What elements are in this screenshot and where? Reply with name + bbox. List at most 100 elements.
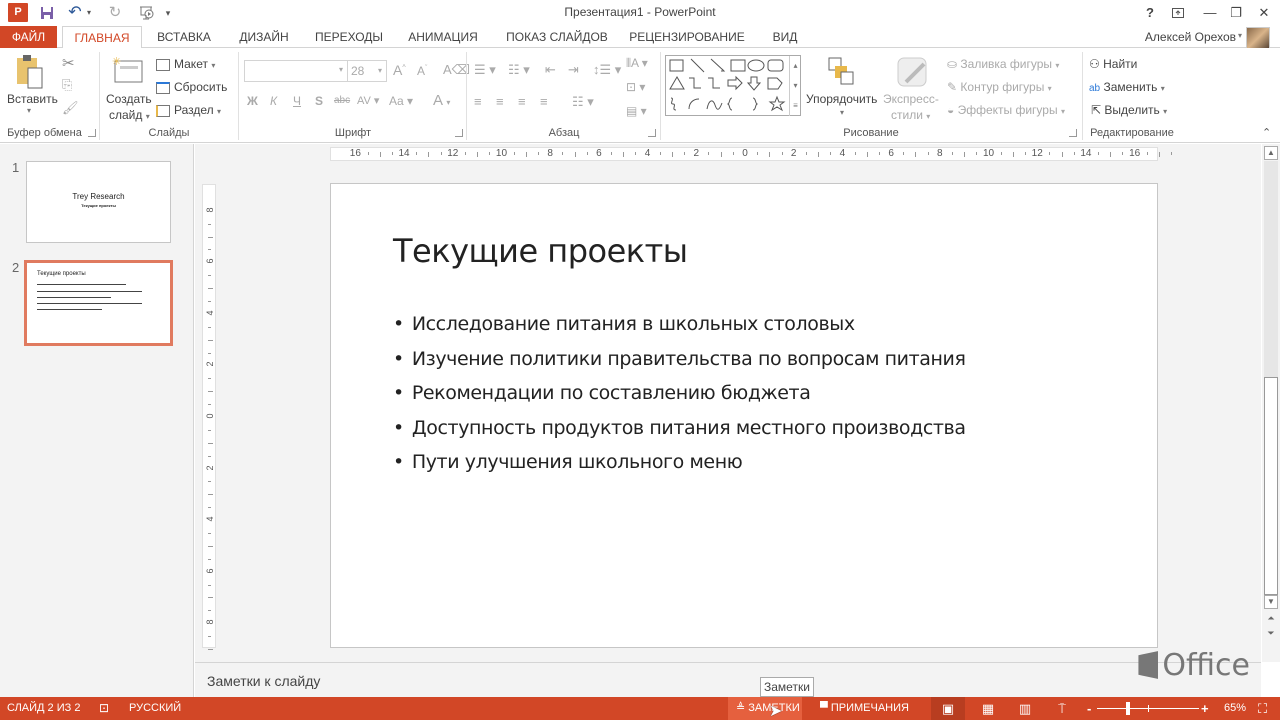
increase-indent-icon[interactable]: ⇥ (568, 62, 579, 78)
user-name[interactable]: Алексей Орехов (1145, 30, 1236, 44)
strikethrough-button[interactable]: abc (334, 95, 350, 106)
tab-design[interactable]: ДИЗАЙН (228, 26, 300, 48)
zoom-out-button[interactable]: - (1087, 697, 1091, 720)
select-button[interactable]: ⇱ Выделить ▾ (1091, 103, 1167, 117)
shapes-gallery[interactable] (665, 55, 801, 116)
drawing-launcher-icon[interactable] (1069, 129, 1077, 137)
layout-button[interactable]: Макет ▾ (156, 57, 215, 71)
section-button[interactable]: Раздел ▾ (156, 103, 221, 117)
tab-file[interactable]: ФАЙЛ (0, 26, 57, 48)
font-launcher-icon[interactable] (455, 129, 463, 137)
font-name-combobox[interactable]: ▾ (244, 60, 348, 82)
paste-button[interactable]: Вставить (7, 92, 58, 106)
bullet-item[interactable]: Доступность продуктов питания местного п… (393, 416, 966, 451)
normal-view-button[interactable]: ▣ (931, 697, 965, 720)
arrange-dropdown-icon[interactable]: ▾ (840, 108, 844, 117)
notes-button[interactable]: ≜ ЗАМЕТКИ (728, 697, 802, 720)
format-painter-icon[interactable]: 🖌 (62, 100, 79, 116)
next-slide-icon[interactable]: ⏷ (1264, 628, 1278, 639)
vertical-scrollbar[interactable]: ▲ ▼ ⏶ ⏷ (1262, 144, 1280, 662)
cut-icon[interactable]: ✂ (62, 54, 75, 72)
comments-button[interactable]: ▀ ПРИМЕЧАНИЯ (820, 697, 909, 720)
tab-transitions[interactable]: ПЕРЕХОДЫ (308, 26, 390, 48)
paragraph-launcher-icon[interactable] (648, 129, 656, 137)
paste-icon[interactable] (14, 54, 46, 93)
change-case-button[interactable]: Aa ▾ (389, 94, 413, 108)
shape-outline-button[interactable]: ✎ Контур фигуры ▾ (947, 80, 1052, 94)
spellcheck-icon[interactable]: ⊡ (99, 697, 109, 720)
replace-button[interactable]: ab Заменить ▾ (1089, 80, 1165, 94)
shape-fill-button[interactable]: ⛀ Заливка фигуры ▾ (947, 57, 1059, 71)
align-right-icon[interactable]: ≡ (518, 94, 526, 109)
quick-styles-button-line2[interactable]: стили ▾ (891, 108, 930, 122)
tab-animations[interactable]: АНИМАЦИЯ (398, 26, 488, 48)
justify-icon[interactable]: ≡ (540, 94, 548, 109)
new-slide-button-line2[interactable]: слайд ▾ (109, 108, 150, 122)
align-center-icon[interactable]: ≡ (496, 94, 504, 109)
arrange-button[interactable]: Упорядочить (806, 92, 877, 106)
find-button[interactable]: ⚇ Найти (1089, 57, 1137, 71)
font-size-combobox[interactable]: 28 ▾ (347, 60, 387, 82)
tab-home[interactable]: ГЛАВНАЯ (62, 26, 142, 49)
notes-pane[interactable]: Заметки к слайду (195, 662, 1261, 697)
tab-review[interactable]: РЕЦЕНЗИРОВАНИЕ (626, 26, 748, 48)
slide-title[interactable]: Текущие проекты (393, 232, 688, 270)
shrink-font-icon[interactable]: Aˇ (417, 64, 427, 78)
avatar[interactable] (1246, 27, 1270, 49)
decrease-indent-icon[interactable]: ⇤ (545, 62, 556, 78)
copy-icon[interactable]: ⎘ (62, 77, 72, 93)
paste-dropdown-icon[interactable]: ▾ (27, 106, 31, 115)
slideshow-view-button[interactable]: ⍑ (1052, 697, 1072, 720)
previous-slide-icon[interactable]: ⏶ (1264, 613, 1278, 624)
underline-button[interactable]: Ч (293, 94, 301, 108)
arrange-icon[interactable] (827, 56, 857, 89)
ribbon-display-options-icon[interactable] (1166, 3, 1190, 23)
text-direction-icon[interactable]: ⫴A ▾ (626, 56, 648, 71)
new-slide-button[interactable]: Создать (106, 92, 152, 106)
tab-view[interactable]: ВИД (764, 26, 806, 48)
bullets-icon[interactable]: ☰ ▾ (474, 62, 496, 78)
zoom-slider-thumb[interactable] (1126, 702, 1131, 715)
shadow-button[interactable]: S (315, 94, 323, 108)
scroll-down-icon[interactable]: ▼ (1264, 595, 1278, 609)
new-slide-icon[interactable]: ✳ (112, 56, 144, 87)
shapes-gallery-scroll[interactable]: ▴ ▾ ≡ (789, 56, 801, 116)
numbering-icon[interactable]: ☷ ▾ (508, 62, 530, 78)
slide-bullet-list[interactable]: Исследование питания в школьных столовых… (393, 312, 966, 485)
zoom-in-button[interactable]: + (1201, 697, 1209, 720)
bold-button[interactable]: Ж (247, 94, 258, 108)
tab-slideshow[interactable]: ПОКАЗ СЛАЙДОВ (498, 26, 616, 48)
collapse-ribbon-icon[interactable]: ⌃ (1262, 126, 1271, 139)
quick-styles-icon[interactable] (896, 56, 928, 91)
bullet-item[interactable]: Рекомендации по составлению бюджета (393, 381, 966, 416)
slide-canvas[interactable]: Текущие проекты Исследование питания в ш… (330, 183, 1158, 648)
restore-icon[interactable]: ❐ (1224, 3, 1248, 23)
scroll-up-icon[interactable]: ▲ (1264, 146, 1278, 160)
columns-icon[interactable]: ☷ ▾ (572, 94, 594, 110)
close-icon[interactable]: ✕ (1252, 3, 1276, 23)
scroll-track[interactable] (1264, 161, 1278, 377)
font-color-button[interactable]: A ▾ (433, 92, 450, 109)
bullet-item[interactable]: Исследование питания в школьных столовых (393, 312, 966, 347)
reading-view-button[interactable]: ▥ (1015, 697, 1035, 720)
bullet-item[interactable]: Изучение политики правительства по вопро… (393, 347, 966, 382)
slide-thumbnail-2[interactable]: Текущие проекты (24, 260, 173, 346)
clipboard-launcher-icon[interactable] (88, 129, 96, 137)
minimize-icon[interactable]: — (1198, 3, 1222, 23)
scroll-thumb[interactable] (1264, 377, 1278, 595)
shape-effects-button[interactable]: ◒ Эффекты фигуры ▾ (947, 103, 1065, 117)
slide-thumbnail-1[interactable]: Trey Research Текущие проекты (26, 161, 171, 243)
character-spacing-button[interactable]: AV ▾ (357, 94, 379, 107)
align-text-icon[interactable]: ⊡ ▾ (626, 80, 645, 94)
quick-styles-button[interactable]: Экспресс- (883, 92, 939, 106)
italic-button[interactable]: К (270, 94, 277, 108)
slide-counter[interactable]: СЛАЙД 2 ИЗ 2 (7, 697, 80, 720)
fit-slide-icon[interactable]: ⛶ (1258, 697, 1267, 720)
help-icon[interactable]: ? (1138, 3, 1162, 23)
smartart-icon[interactable]: ▤ ▾ (626, 104, 647, 118)
grow-font-icon[interactable]: A^ (393, 62, 406, 78)
reset-button[interactable]: Сбросить (156, 80, 227, 94)
bullet-item[interactable]: Пути улучшения школьного меню (393, 450, 966, 485)
tab-insert[interactable]: ВСТАВКА (148, 26, 220, 48)
language-indicator[interactable]: РУССКИЙ (129, 697, 181, 720)
